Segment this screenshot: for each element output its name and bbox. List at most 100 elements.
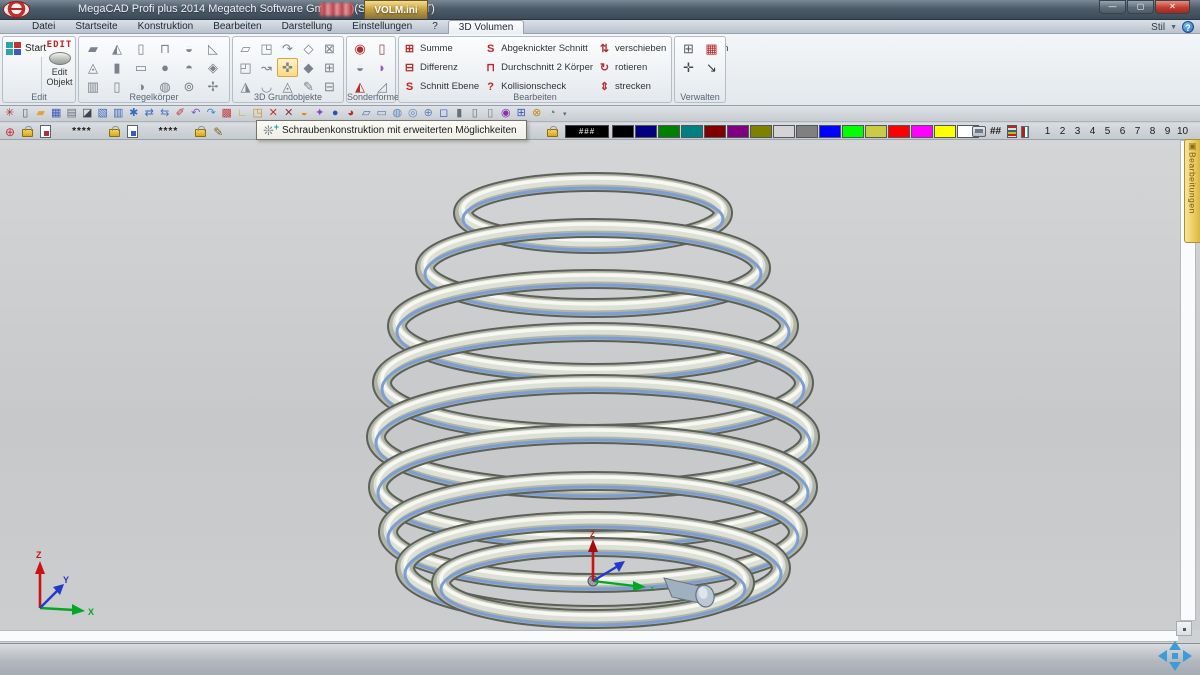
color-swatch[interactable]: [612, 125, 634, 138]
minimize-button[interactable]: —: [1099, 0, 1126, 14]
ribbon-icon[interactable]: ✛: [677, 58, 700, 77]
color-swatch[interactable]: [635, 125, 657, 138]
horizontal-scrollbar[interactable]: [0, 630, 1178, 642]
toolbar-icon[interactable]: ⇄: [142, 106, 158, 121]
menu-item--[interactable]: ?: [422, 20, 448, 34]
group-page-icon[interactable]: [127, 125, 138, 138]
menu-item-bearbeiten[interactable]: Bearbeiten: [203, 20, 271, 34]
lock-icon[interactable]: [22, 129, 33, 137]
color-swatch[interactable]: [911, 125, 933, 138]
toolbar-icon[interactable]: ✐: [173, 106, 189, 121]
menu-item-konstruktion[interactable]: Konstruktion: [128, 20, 204, 34]
ribbon-icon[interactable]: ⊓: [153, 39, 177, 58]
ribbon-button-differenz[interactable]: ⊟Differenz: [402, 60, 479, 75]
toolbar-icon[interactable]: ⊞: [514, 106, 530, 121]
side-panel-tab-bearbeitungen[interactable]: ▣ Bearbeitungen: [1184, 139, 1200, 243]
toolbar-icon[interactable]: ✦: [312, 106, 328, 121]
file-tab-volm-ini[interactable]: VOLM.ini: [364, 0, 428, 19]
line-style-icon[interactable]: [1007, 125, 1017, 138]
toolbar-icon[interactable]: ▱: [359, 106, 375, 121]
ribbon-button-rotieren[interactable]: ↻rotieren: [597, 60, 666, 75]
toolbar-icon[interactable]: ▤: [64, 106, 80, 121]
toolbar-icon[interactable]: ◒: [297, 106, 313, 121]
close-button[interactable]: ✕: [1155, 0, 1190, 14]
ribbon-icon[interactable]: ⊠: [319, 39, 340, 58]
ribbon-icon[interactable]: ◒: [177, 39, 201, 58]
menu-item-datei[interactable]: Datei: [22, 20, 65, 34]
toolbar-icon[interactable]: ◕: [343, 106, 359, 121]
toolbar-icon[interactable]: ▥: [111, 106, 127, 121]
color-swatch[interactable]: [796, 125, 818, 138]
toolbar-icon[interactable]: ▩: [219, 106, 235, 121]
toolbar-icon[interactable]: ◻: [436, 106, 452, 121]
pan-navigation-icon[interactable]: [1158, 641, 1192, 671]
ribbon-icon[interactable]: ▱: [235, 39, 256, 58]
screen-color-icon[interactable]: [972, 126, 986, 137]
spiral-model[interactable]: x Z Z X Y: [0, 140, 1200, 630]
help-icon[interactable]: ?: [1182, 21, 1194, 33]
ribbon-icon[interactable]: ◇: [298, 39, 319, 58]
menu-item-3d-volumen[interactable]: 3D Volumen: [448, 20, 524, 34]
toolbar-icon[interactable]: ◍: [390, 106, 406, 121]
color-swatch[interactable]: [865, 125, 887, 138]
lock-icon[interactable]: [109, 129, 120, 137]
menu-item-darstellung[interactable]: Darstellung: [272, 20, 343, 34]
toolbar-icon[interactable]: ◳: [250, 106, 266, 121]
ribbon-button-durchschnitt-2-k-rper[interactable]: ⊓Durchschnitt 2 Körper: [483, 60, 593, 75]
color-swatch[interactable]: [773, 125, 795, 138]
target-icon[interactable]: ⊕: [5, 125, 15, 139]
active-color-swatch[interactable]: ###: [565, 125, 609, 138]
layer-number[interactable]: 8: [1145, 126, 1160, 137]
ribbon-icon[interactable]: ▦: [700, 39, 723, 58]
layer-number[interactable]: 1: [1040, 126, 1055, 137]
hatch-label[interactable]: ##: [990, 126, 1001, 137]
toolbar-icon[interactable]: ↷: [204, 106, 220, 121]
toolbar-icon[interactable]: ◔: [545, 106, 561, 121]
password-mask-1[interactable]: ****: [72, 126, 92, 137]
ribbon-button-verschieben[interactable]: ⇅verschieben: [597, 41, 666, 56]
ribbon-icon[interactable]: ▰: [81, 39, 105, 58]
layer-number[interactable]: 2: [1055, 126, 1070, 137]
layer-number[interactable]: 4: [1085, 126, 1100, 137]
toolbar-icon[interactable]: ▮: [452, 106, 468, 121]
layer-number[interactable]: 7: [1130, 126, 1145, 137]
toolbar-icon[interactable]: ▯: [483, 106, 499, 121]
toolbar-icon[interactable]: ◉: [498, 106, 514, 121]
ribbon-button-summe[interactable]: ⊞Summe: [402, 41, 479, 56]
ribbon-icon[interactable]: ✜: [277, 58, 298, 77]
color-swatch[interactable]: [658, 125, 680, 138]
toolbar-icon[interactable]: ▯: [467, 106, 483, 121]
pen-style-icon[interactable]: [1021, 126, 1029, 138]
color-swatch[interactable]: [888, 125, 910, 138]
ribbon-icon[interactable]: ↘: [700, 58, 723, 77]
ribbon-icon[interactable]: ◒: [349, 58, 371, 77]
toolbar-icon[interactable]: ✕: [281, 106, 297, 121]
color-swatch[interactable]: [842, 125, 864, 138]
ribbon-icon[interactable]: ▯: [129, 39, 153, 58]
password-mask-2[interactable]: ****: [159, 126, 179, 137]
layer-number[interactable]: 9: [1160, 126, 1175, 137]
layer-number[interactable]: 6: [1115, 126, 1130, 137]
toolbar-icon[interactable]: ⊕: [421, 106, 437, 121]
toolbar-icon[interactable]: ◎: [405, 106, 421, 121]
ribbon-icon[interactable]: ⊞: [319, 58, 340, 77]
layer-number[interactable]: 10: [1175, 126, 1190, 137]
layer-page-icon[interactable]: [40, 125, 51, 138]
edit-objekt-button[interactable]: EDIT Edit Objekt: [43, 40, 76, 87]
toolbar-icon[interactable]: ●: [328, 106, 344, 121]
toolbar-icon[interactable]: ◪: [80, 106, 96, 121]
ribbon-icon[interactable]: ◳: [256, 39, 277, 58]
style-label[interactable]: Stil: [1151, 22, 1165, 33]
toolbar-icon[interactable]: ↶: [188, 106, 204, 121]
ribbon-icon[interactable]: ◺: [201, 39, 225, 58]
ribbon-icon[interactable]: ↝: [256, 58, 277, 77]
toolbar-icon[interactable]: ▧: [95, 106, 111, 121]
ribbon-icon[interactable]: ◉: [349, 39, 371, 58]
ribbon-icon[interactable]: ↷: [277, 39, 298, 58]
ribbon-icon[interactable]: ◬: [81, 58, 105, 77]
toolbar-icon[interactable]: ∟: [235, 106, 251, 121]
ribbon-icon[interactable]: ◭: [105, 39, 129, 58]
chevron-down-icon[interactable]: ▼: [1170, 24, 1177, 31]
lock-icon[interactable]: [195, 129, 206, 137]
menu-item-startseite[interactable]: Startseite: [65, 20, 127, 34]
